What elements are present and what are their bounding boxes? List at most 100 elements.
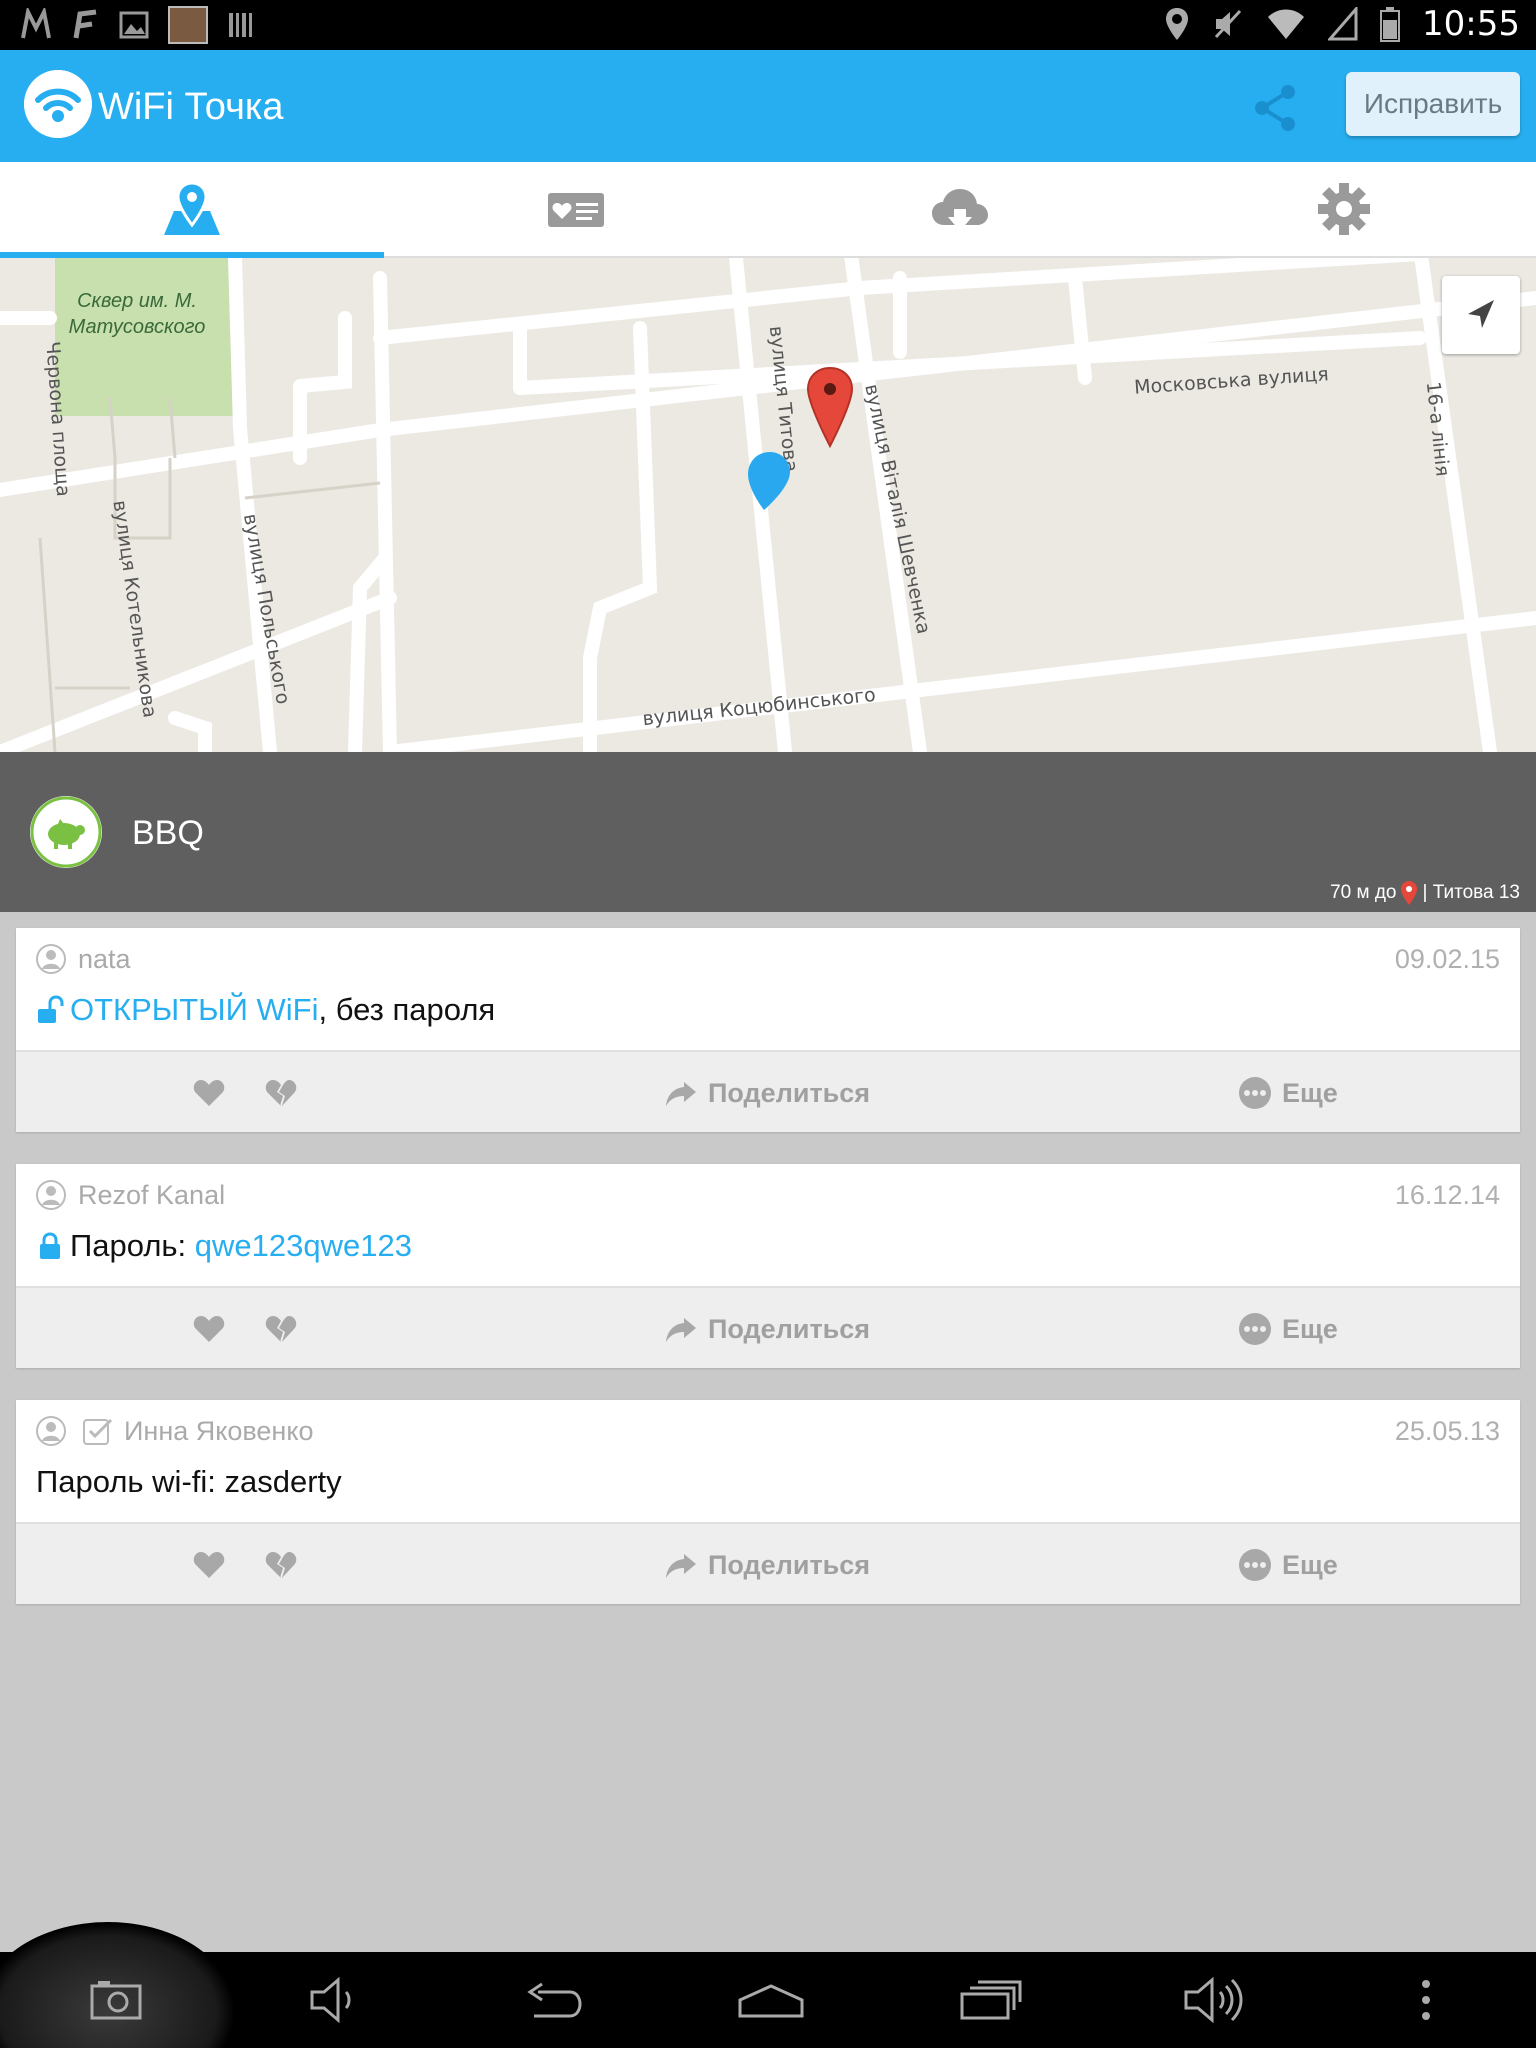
- home-icon[interactable]: [736, 1972, 806, 2028]
- open-wifi-label[interactable]: ОТКРЫТЫЙ WiFi: [70, 992, 318, 1028]
- cloud-download-icon: [932, 189, 988, 231]
- park-label: Сквер им. М. Матусовского: [68, 290, 206, 338]
- navigation-arrow-icon: [1468, 300, 1494, 328]
- user-name[interactable]: nata: [78, 944, 131, 975]
- navigation-bar: [0, 1922, 1536, 2048]
- small-pin-icon: [1401, 881, 1418, 905]
- place-address: | Титова 13: [1422, 882, 1520, 903]
- tab-download[interactable]: [768, 162, 1152, 256]
- place-marker-icon[interactable]: [806, 366, 854, 448]
- action-bar: WiFi Точка Исправить: [0, 50, 1536, 162]
- comment-body: ОТКРЫТЫЙ WiFi, без пароля: [16, 986, 1520, 1050]
- system-icons: 10:55: [1164, 4, 1520, 44]
- more-label: Еще: [1282, 1549, 1338, 1580]
- share-button[interactable]: Поделиться: [664, 1546, 870, 1584]
- tab-settings[interactable]: [1152, 162, 1536, 256]
- more-button[interactable]: Еще: [1238, 1310, 1338, 1348]
- back-icon[interactable]: [520, 1972, 584, 2028]
- share-arrow-icon: [666, 1554, 696, 1578]
- user-name[interactable]: Инна Яковенко: [124, 1416, 313, 1447]
- mute-icon: [1214, 9, 1242, 39]
- share-label: Поделиться: [708, 1077, 871, 1108]
- clock: 10:55: [1422, 4, 1520, 44]
- share-label: Поделиться: [708, 1313, 871, 1344]
- dislike-button[interactable]: [264, 1546, 298, 1584]
- f-icon: [73, 9, 97, 39]
- share-label: Поделиться: [708, 1549, 871, 1580]
- card-actions: Поделиться Еще: [16, 1522, 1520, 1604]
- comment-card: Rezof Kanal 16.12.14 Пароль: qwe123qwe12…: [16, 1164, 1520, 1368]
- heart-icon: [193, 1552, 225, 1578]
- signal-icon: [1328, 7, 1358, 41]
- comment-body: Пароль: qwe123qwe123: [16, 1222, 1520, 1286]
- notification-icons: [20, 6, 256, 44]
- broken-heart-icon: [265, 1552, 297, 1578]
- share-icon[interactable]: [1248, 80, 1302, 134]
- comment-body: Пароль wi-fi: zasderty: [16, 1458, 1520, 1522]
- card-header: Rezof Kanal 16.12.14: [16, 1164, 1520, 1222]
- comment-date: 25.05.13: [1394, 1416, 1500, 1446]
- heart-icon: [193, 1316, 225, 1342]
- user-avatar-icon: [36, 944, 66, 974]
- comment-card: Инна Яковенко 25.05.13 Пароль wi-fi: zas…: [16, 1400, 1520, 1604]
- user-avatar-icon: [36, 1416, 66, 1446]
- unlocked-icon: [38, 995, 64, 1023]
- volume-down-icon[interactable]: [306, 1972, 362, 2028]
- heart-icon: [193, 1080, 225, 1106]
- map-view[interactable]: Сквер им. М. Матусовского Червона площа …: [0, 258, 1536, 752]
- screenshot-icon[interactable]: [88, 1972, 144, 2028]
- comment-date: 16.12.14: [1394, 1180, 1500, 1210]
- fix-button[interactable]: Исправить: [1346, 72, 1520, 136]
- password-value[interactable]: qwe123qwe123: [195, 1228, 412, 1264]
- app-title: WiFi Точка: [98, 86, 284, 128]
- more-label: Еще: [1282, 1313, 1338, 1344]
- broken-heart-icon: [265, 1080, 297, 1106]
- like-button[interactable]: [192, 1074, 226, 1112]
- dislike-button[interactable]: [264, 1074, 298, 1112]
- card-header: Инна Яковенко 25.05.13: [16, 1400, 1520, 1458]
- comment-text: , без пароля: [318, 992, 496, 1027]
- dislike-button[interactable]: [264, 1310, 298, 1348]
- location-icon: [1166, 8, 1189, 40]
- place-header: BBQ 70 м до | Титова 13: [0, 752, 1536, 912]
- share-button[interactable]: Поделиться: [664, 1074, 870, 1112]
- volume-up-icon[interactable]: [1180, 1972, 1250, 2028]
- favorites-card-icon: [548, 193, 604, 227]
- my-location-button[interactable]: [1442, 276, 1520, 354]
- place-distance: 70 м до | Титова 13: [1330, 880, 1520, 906]
- tab-bar: [0, 162, 1536, 258]
- settings-gear-icon: [1318, 183, 1370, 235]
- m-icon: [21, 8, 51, 39]
- broken-heart-icon: [265, 1316, 297, 1342]
- recent-apps-icon[interactable]: [958, 1972, 1024, 2028]
- more-button[interactable]: Еще: [1238, 1546, 1338, 1584]
- comment-date: 09.02.15: [1394, 944, 1500, 974]
- more-dots-icon: [1239, 1077, 1271, 1109]
- card-actions: Поделиться Еще: [16, 1050, 1520, 1132]
- card-header: nata 09.02.15: [16, 928, 1520, 986]
- share-button[interactable]: Поделиться: [664, 1310, 870, 1348]
- pig-icon: [30, 796, 102, 868]
- my-location-marker-icon[interactable]: [744, 450, 794, 512]
- more-dots-icon: [1239, 1313, 1271, 1345]
- app-logo-icon[interactable]: [24, 70, 92, 138]
- distance-text: 70 м до: [1330, 882, 1397, 903]
- status-bar: 10:55: [0, 0, 1536, 50]
- like-button[interactable]: [192, 1546, 226, 1584]
- card-actions: Поделиться Еще: [16, 1286, 1520, 1368]
- more-button[interactable]: Еще: [1238, 1074, 1338, 1112]
- password-label: Пароль:: [70, 1228, 195, 1263]
- like-button[interactable]: [192, 1310, 226, 1348]
- tab-favorites[interactable]: [384, 162, 768, 256]
- comment-text: Пароль wi-fi: zasderty: [36, 1464, 342, 1499]
- wifi-comments-list: nata 09.02.15 ОТКРЫТЫЙ WiFi, без пароля …: [16, 928, 1520, 1636]
- user-name[interactable]: Rezof Kanal: [78, 1180, 225, 1211]
- tab-map[interactable]: [0, 162, 384, 258]
- wifi-icon: [1268, 9, 1305, 39]
- place-name: BBQ: [132, 814, 204, 852]
- overflow-menu-icon[interactable]: [1414, 1972, 1438, 2028]
- barcode-icon: [229, 13, 252, 37]
- comment-card: nata 09.02.15 ОТКРЫТЫЙ WiFi, без пароля …: [16, 928, 1520, 1132]
- thumbnail-image: [168, 6, 208, 44]
- more-dots-icon: [1239, 1549, 1271, 1581]
